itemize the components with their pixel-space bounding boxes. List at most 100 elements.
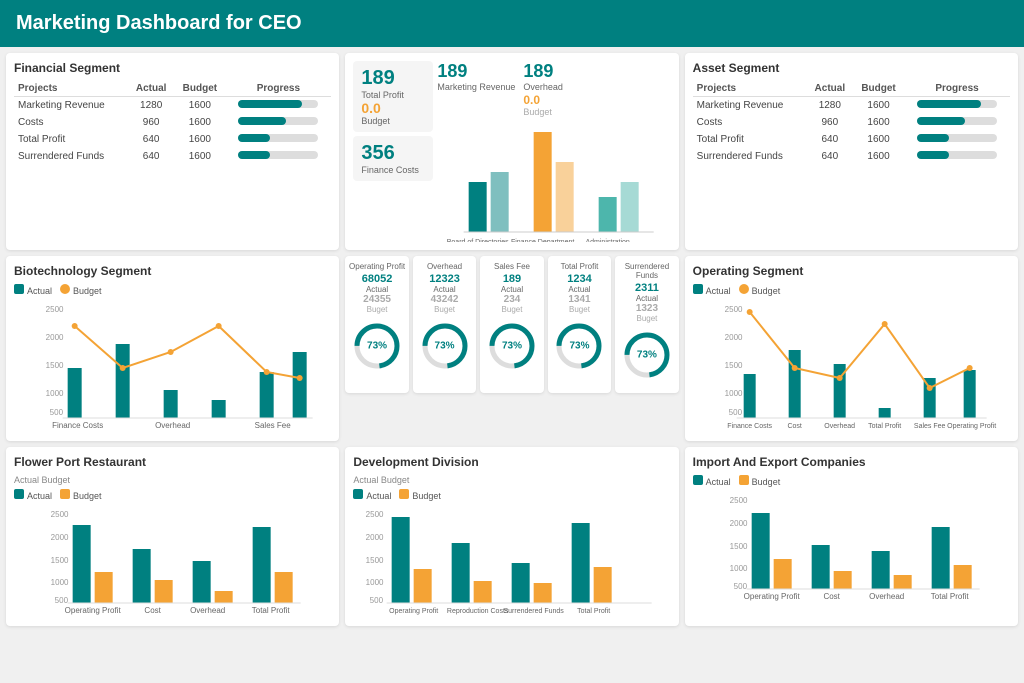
svg-text:500: 500 [728,408,742,417]
flower-subtitle: Actual Budget [14,475,331,485]
kpi-actual-label: Actual [618,294,675,303]
asset-col-budget: Budget [853,81,904,97]
row-progress [904,114,1010,131]
kpi-budget-label: Buget [416,305,473,314]
kpi-budget-val: 1323 [618,303,675,314]
svg-text:2500: 2500 [724,305,742,314]
row-name: Surrendered Funds [693,148,807,165]
row-actual: 1280 [128,97,174,115]
kpi-actual-label: Actual [483,285,540,294]
row-name: Costs [693,114,807,131]
kpi-actual-val: 189 [483,273,540,285]
svg-text:1000: 1000 [366,578,384,587]
table-row: Costs 960 1600 [14,114,331,131]
kpi-budget-label: Buget [551,305,608,314]
row-actual: 640 [807,148,853,165]
row-budget: 1600 [174,97,225,115]
svg-text:2000: 2000 [46,333,64,342]
row-name: Surrendered Funds [14,148,128,165]
kpi-label: Sales Fee [483,262,540,271]
bio-chart: 2500 2000 1500 1000 500 Finance Costs Ov… [14,300,331,430]
svg-text:Overhead: Overhead [190,606,225,615]
svg-text:1000: 1000 [729,564,747,573]
import-title: Import And Export Companies [693,455,1010,469]
table-row: Total Profit 640 1600 [693,131,1010,148]
svg-text:Total Profit: Total Profit [868,423,901,430]
import-chart: 2500 2000 1500 1000 500 Operating Profit… [693,491,1010,601]
row-progress [225,131,331,148]
kpi-pct: 73% [569,341,589,352]
svg-text:1500: 1500 [724,361,742,370]
row-actual: 960 [128,114,174,131]
kpi-actual-val: 1234 [551,273,608,285]
svg-text:Reproduction Costs: Reproduction Costs [447,608,509,615]
table-row: Surrendered Funds 640 1600 [693,148,1010,165]
asset-col-progress: Progress [904,81,1010,97]
kpi-actual-val: 68052 [348,273,405,285]
svg-text:Overhead: Overhead [824,423,855,430]
svg-text:1500: 1500 [51,556,69,565]
kpi-label: Overhead [416,262,473,271]
flower-port: Flower Port Restaurant Actual Budget Act… [6,447,339,626]
kpi-row: Operating Profit 68052 Actual 24355 Buge… [345,256,678,393]
asset-segment: Asset Segment Projects Actual Budget Pro… [685,53,1018,250]
overhead-label: Overhead [523,82,563,92]
svg-text:Total Profit: Total Profit [930,592,969,601]
operating-chart: 2500 2000 1500 1000 500 Finance Costs Co… [693,300,1010,430]
svg-text:Finance Costs: Finance Costs [52,421,103,430]
overhead-number: 189 [523,61,553,81]
svg-text:Cost: Cost [787,423,801,430]
import-export: Import And Export Companies Actual Budge… [685,447,1018,626]
row-name: Total Profit [693,131,807,148]
row-actual: 960 [807,114,853,131]
flower-title: Flower Port Restaurant [14,455,331,469]
row-progress [225,97,331,115]
svg-text:1500: 1500 [46,361,64,370]
row-actual: 640 [128,148,174,165]
financial-title: Financial Segment [14,61,331,75]
svg-text:Sales Fee: Sales Fee [255,421,292,430]
kpi-actual-label: Actual [348,285,405,294]
operating-segment: Operating Segment Actual Budget 2500 200… [685,256,1018,441]
row-progress [225,148,331,165]
total-profit-box: 189 Total Profit 0.0 Budget [353,61,433,132]
stats-left: 189 Total Profit 0.0 Budget 356 Finance … [353,61,433,242]
svg-text:2000: 2000 [51,533,69,542]
operating-legend: Actual Budget [693,284,1010,296]
row-name: Costs [14,114,128,131]
kpi-section: Operating Profit 68052 Actual 24355 Buge… [345,256,678,441]
kpi-pct: 73% [367,341,387,352]
dev-title: Development Division [353,455,670,469]
row-name: Total Profit [14,131,128,148]
kpi-box: Total Profit 1234 Actual 1341 Buget 73% [548,256,611,393]
svg-text:500: 500 [370,596,384,605]
table-row: Marketing Revenue 1280 1600 [14,97,331,115]
svg-text:Operating Profit: Operating Profit [947,423,996,430]
row-budget: 1600 [853,114,904,131]
center-stats: 189 Total Profit 0.0 Budget 356 Finance … [345,53,678,250]
kpi-label: Total Profit [551,262,608,271]
svg-text:Sales Fee: Sales Fee [914,423,946,430]
dev-subtitle: Actual Budget [353,475,670,485]
kpi-pct: 73% [637,350,657,361]
row-actual: 640 [128,131,174,148]
row-progress [904,97,1010,115]
kpi-actual-val: 12323 [416,273,473,285]
svg-text:Operating Profit: Operating Profit [743,592,800,601]
svg-text:2500: 2500 [51,510,69,519]
row-budget: 1600 [853,131,904,148]
svg-text:Total Profit: Total Profit [252,606,291,615]
row-budget: 1600 [174,114,225,131]
table-row: Surrendered Funds 640 1600 [14,148,331,165]
dev-chart: 2500 2000 1500 1000 500 Operating Profit… [353,505,670,615]
svg-text:1000: 1000 [51,578,69,587]
flower-legend: Actual Budget [14,489,331,501]
row-budget: 1600 [174,148,225,165]
kpi-budget-label: Buget [618,314,675,323]
svg-text:Cost: Cost [144,606,161,615]
svg-text:1500: 1500 [729,542,747,551]
svg-text:1000: 1000 [724,389,742,398]
kpi-budget-val: 43242 [416,294,473,305]
total-profit-budget-val: 0.0 [361,100,425,116]
table-row: Marketing Revenue 1280 1600 [693,97,1010,115]
